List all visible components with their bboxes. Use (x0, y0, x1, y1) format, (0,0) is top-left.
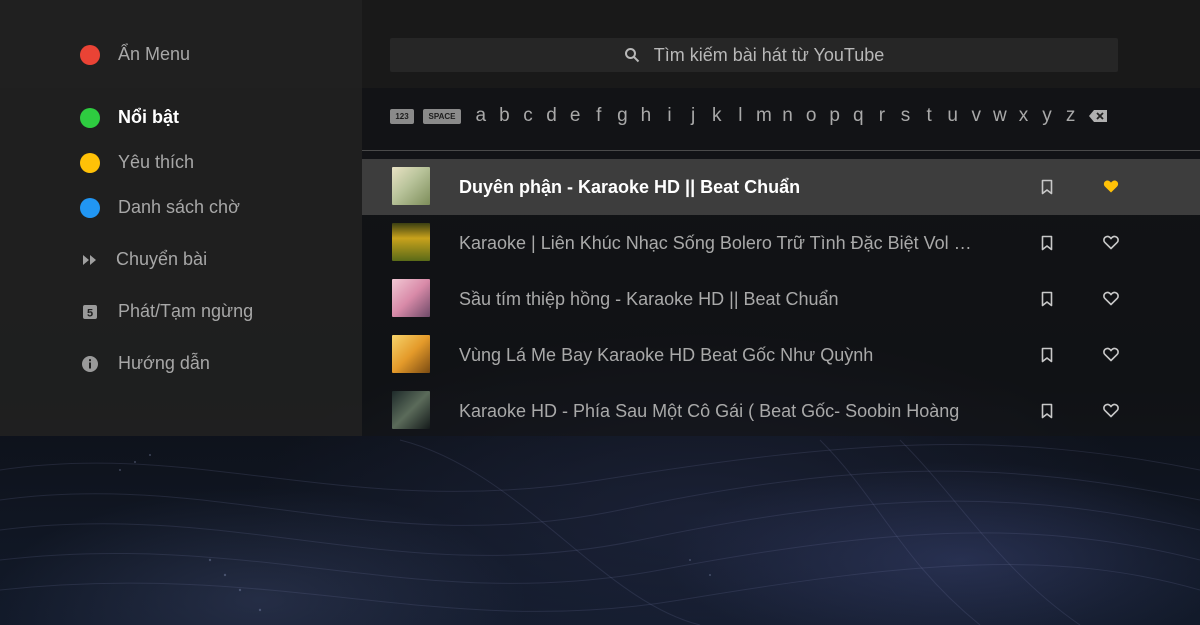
heart-outline-icon[interactable] (1102, 233, 1120, 251)
bookmark-icon[interactable] (1038, 346, 1056, 364)
song-title: Vùng Lá Me Bay Karaoke HD Beat Gốc Như Q… (459, 344, 874, 365)
letter-key-o[interactable]: o (799, 105, 823, 127)
letter-key-v[interactable]: v (964, 105, 988, 127)
heart-filled-icon[interactable] (1102, 177, 1120, 195)
side-menu: Ẩn Menu Nổi bật Yêu thích Danh sách chờ … (0, 0, 362, 436)
letter-key-m[interactable]: m (752, 105, 776, 127)
letter-key-n[interactable]: n (776, 105, 800, 127)
letter-key-a[interactable]: a (469, 105, 493, 127)
on-screen-keyboard: 123 SPACE abcdefghijklmnopqrstuvwxyz (390, 100, 1108, 132)
letter-key-t[interactable]: t (917, 105, 941, 127)
song-thumbnail (392, 223, 430, 261)
letter-key-w[interactable]: w (988, 105, 1012, 127)
fast-forward-icon (80, 250, 100, 270)
menu-item-skip-label: Chuyển bài (116, 249, 208, 269)
heart-outline-icon[interactable] (1102, 289, 1120, 307)
letter-key-h[interactable]: h (634, 105, 658, 127)
letter-key-y[interactable]: y (1035, 105, 1059, 127)
song-row[interactable]: Duyên phận - Karaoke HD || Beat Chuẩn (362, 159, 1200, 215)
letter-keys: abcdefghijklmnopqrstuvwxyz (469, 105, 1082, 127)
letter-key-j[interactable]: j (681, 105, 705, 127)
red-dot-icon (80, 44, 100, 65)
heart-outline-icon[interactable] (1102, 345, 1120, 363)
menu-item-featured[interactable]: Nổi bật (80, 107, 179, 128)
bookmark-icon[interactable] (1038, 402, 1056, 420)
play-pause-key-icon: 5 (80, 302, 100, 322)
space-key[interactable]: SPACE (423, 108, 461, 124)
menu-item-queue[interactable]: Danh sách chờ (80, 197, 240, 218)
info-icon (80, 354, 100, 374)
song-title: Karaoke HD - Phía Sau Một Cô Gái ( Beat … (459, 400, 960, 421)
letter-key-p[interactable]: p (823, 105, 847, 127)
letter-key-e[interactable]: e (563, 105, 587, 127)
song-row[interactable]: Karaoke HD - Phía Sau Một Cô Gái ( Beat … (362, 383, 1200, 439)
yellow-dot-icon (80, 152, 100, 173)
song-thumbnail (392, 335, 430, 373)
letter-key-f[interactable]: f (587, 105, 611, 127)
menu-item-skip[interactable]: Chuyển bài (80, 249, 207, 270)
song-row[interactable]: Vùng Lá Me Bay Karaoke HD Beat Gốc Như Q… (362, 327, 1200, 383)
menu-item-play-pause-label: Phát/Tạm ngừng (118, 301, 254, 321)
letter-key-s[interactable]: s (894, 105, 918, 127)
menu-item-favorites[interactable]: Yêu thích (80, 152, 194, 173)
letter-key-g[interactable]: g (611, 105, 635, 127)
backspace-icon[interactable] (1088, 109, 1108, 123)
svg-text:5: 5 (87, 307, 93, 319)
song-title: Karaoke | Liên Khúc Nhạc Sống Bolero Trữ… (459, 232, 979, 253)
song-row[interactable]: Sầu tím thiệp hồng - Karaoke HD || Beat … (362, 271, 1200, 327)
menu-item-hide[interactable]: Ẩn Menu (80, 44, 190, 65)
letter-key-c[interactable]: c (516, 105, 540, 127)
letter-key-b[interactable]: b (493, 105, 517, 127)
search-placeholder: Tìm kiếm bài hát từ YouTube (653, 44, 885, 65)
blue-dot-icon (80, 197, 100, 218)
letter-key-z[interactable]: z (1059, 105, 1083, 127)
song-row[interactable]: Karaoke | Liên Khúc Nhạc Sống Bolero Trữ… (362, 215, 1200, 271)
letter-key-x[interactable]: x (1012, 105, 1036, 127)
song-title: Sầu tím thiệp hồng - Karaoke HD || Beat … (459, 288, 839, 309)
menu-item-play-pause[interactable]: 5 Phát/Tạm ngừng (80, 301, 253, 322)
menu-item-featured-label: Nổi bật (118, 107, 179, 127)
heart-outline-icon[interactable] (1102, 401, 1120, 419)
menu-item-queue-label: Danh sách chờ (118, 197, 240, 217)
song-thumbnail (392, 391, 430, 429)
bookmark-icon[interactable] (1038, 178, 1056, 196)
song-title: Duyên phận - Karaoke HD || Beat Chuẩn (459, 176, 801, 197)
letter-key-d[interactable]: d (540, 105, 564, 127)
bookmark-icon[interactable] (1038, 290, 1056, 308)
letter-key-l[interactable]: l (729, 105, 753, 127)
letter-key-k[interactable]: k (705, 105, 729, 127)
letter-key-r[interactable]: r (870, 105, 894, 127)
song-thumbnail (392, 167, 430, 205)
green-dot-icon (80, 107, 100, 128)
menu-item-favorites-label: Yêu thích (118, 152, 195, 172)
menu-item-hide-label: Ẩn Menu (118, 44, 191, 64)
keyboard-divider (362, 150, 1200, 151)
song-thumbnail (392, 279, 430, 317)
search-icon (624, 47, 640, 63)
bookmark-icon[interactable] (1038, 234, 1056, 252)
letter-key-q[interactable]: q (847, 105, 871, 127)
menu-item-help-label: Hướng dẫn (118, 353, 210, 373)
menu-item-help[interactable]: Hướng dẫn (80, 353, 210, 374)
letter-key-u[interactable]: u (941, 105, 965, 127)
search-input[interactable]: Tìm kiếm bài hát từ YouTube (390, 38, 1118, 72)
letter-key-i[interactable]: i (658, 105, 682, 127)
numbers-key[interactable]: 123 (390, 108, 414, 124)
